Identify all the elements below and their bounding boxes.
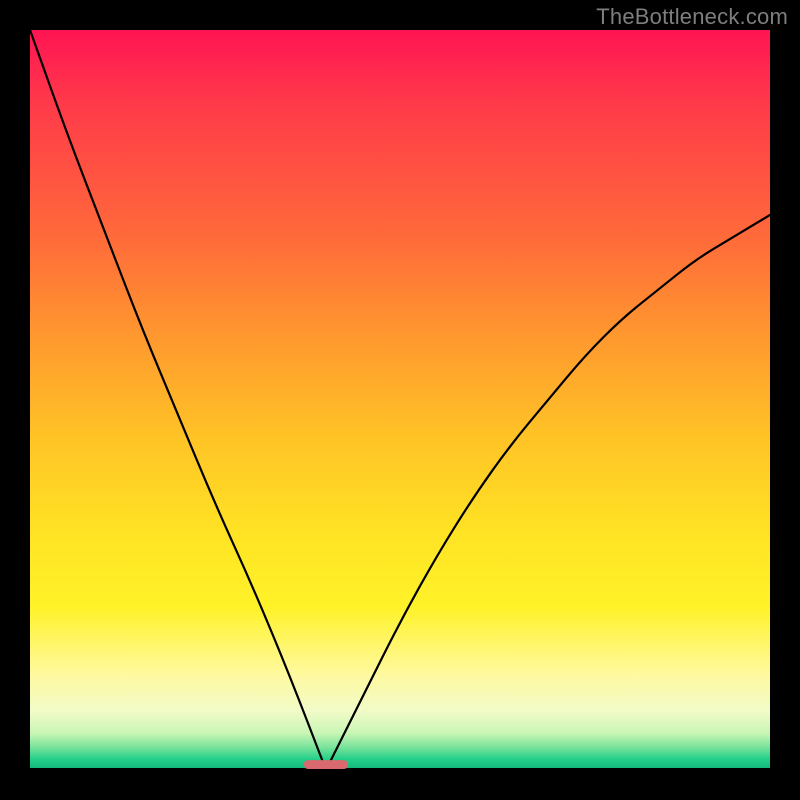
chart-svg (30, 30, 770, 770)
bottleneck-curve (30, 30, 770, 770)
attribution-text: TheBottleneck.com (596, 4, 788, 30)
plot-area (30, 30, 770, 770)
outer-frame: TheBottleneck.com (0, 0, 800, 800)
optimal-point-marker (304, 760, 348, 769)
